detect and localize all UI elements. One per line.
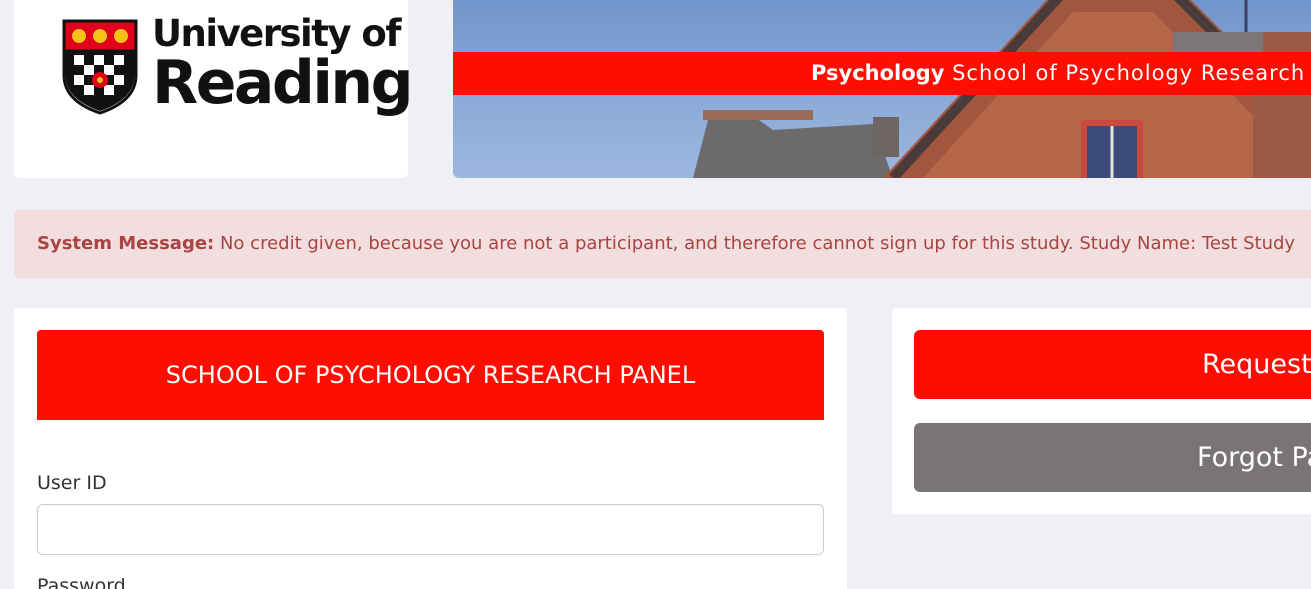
forgot-password-button[interactable]: Forgot Password? (914, 423, 1311, 492)
banner-tagline: School of Psychology Research Panel (952, 61, 1311, 85)
account-actions-card: Request Account Forgot Password? (892, 308, 1311, 514)
login-panel-heading: SCHOOL OF PSYCHOLOGY RESEARCH PANEL (37, 330, 824, 420)
banner-title-strip: Psychology School of Psychology Research… (453, 52, 1311, 95)
university-shield-icon (62, 19, 138, 115)
logo-line-1: University of (152, 12, 401, 55)
logo-card: University of Reading (14, 0, 414, 178)
banner-department: Psychology (811, 61, 945, 85)
system-message-label: System Message: (37, 233, 215, 254)
header-banner: Psychology School of Psychology Research… (453, 0, 1311, 178)
logo-line-2: Reading (152, 48, 414, 118)
password-label: Password (37, 575, 126, 589)
logo-wordmark: University of Reading (152, 12, 414, 118)
user-id-input[interactable] (37, 504, 824, 555)
login-card: SCHOOL OF PSYCHOLOGY RESEARCH PANEL User… (14, 308, 847, 589)
system-message-alert: System Message: No credit given, because… (14, 210, 1311, 278)
request-account-button[interactable]: Request Account (914, 330, 1311, 399)
user-id-label: User ID (37, 472, 107, 494)
page: University of Reading Psychology School … (0, 0, 1311, 589)
system-message-text: No credit given, because you are not a p… (219, 233, 1296, 254)
